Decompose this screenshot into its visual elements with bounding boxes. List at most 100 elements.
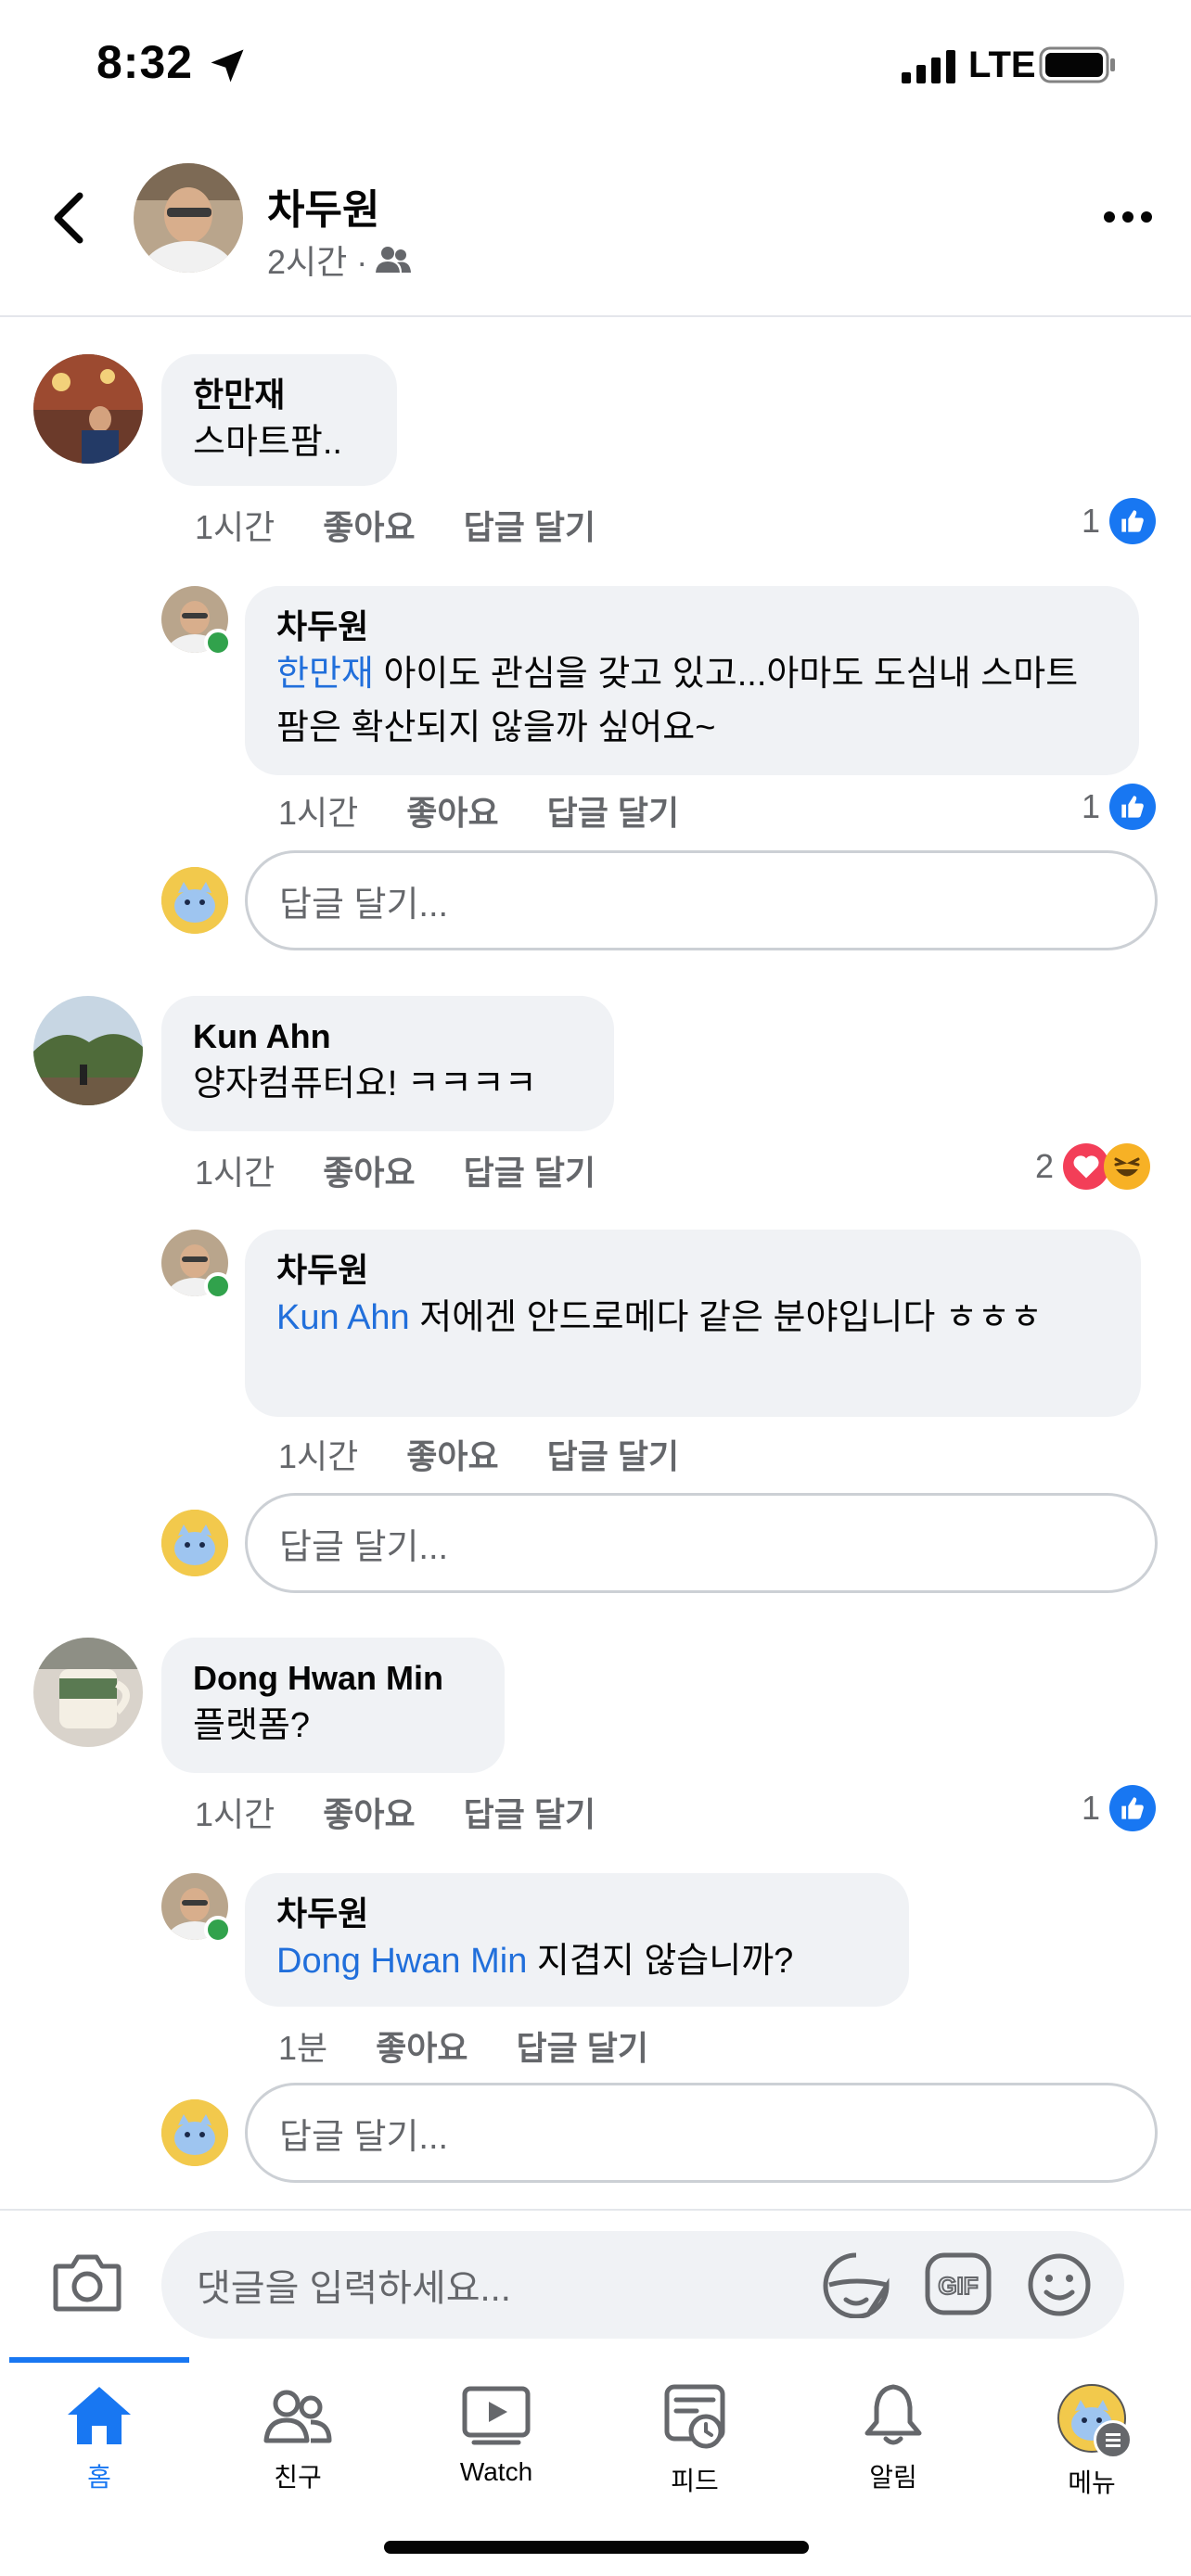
comment-bubble[interactable]: 한만재 스마트팜.. — [161, 354, 397, 486]
tab-label: Watch — [459, 2457, 533, 2486]
tab-feed[interactable]: 피드 — [596, 2383, 794, 2498]
reply-input[interactable]: 답글 달기... — [245, 2083, 1158, 2183]
camera-icon[interactable] — [52, 2251, 122, 2313]
online-status-dot — [204, 629, 232, 657]
reply-button[interactable]: 답글 달기 — [517, 2021, 648, 2070]
like-button[interactable]: 좋아요 — [406, 786, 498, 835]
mention-link[interactable]: Kun Ahn — [276, 1298, 410, 1337]
reply-actions: 1시간 좋아요 답글 달기 — [278, 786, 727, 835]
reply-button[interactable]: 답글 달기 — [464, 1146, 596, 1194]
like-button[interactable]: 좋아요 — [323, 501, 415, 549]
reaction-summary[interactable]: 1 — [1082, 498, 1157, 544]
comment-text: 플랫폼? — [193, 1706, 311, 1745]
reply-input[interactable]: 답글 달기... — [245, 850, 1158, 950]
gif-icon[interactable]: GIF — [924, 2251, 992, 2316]
reaction-count: 2 — [1035, 1147, 1055, 1185]
active-tab-indicator — [9, 2357, 189, 2363]
reply-bubble[interactable]: 차두원 한만재 아이도 관심을 갖고 있고...아마도 도심내 스마트팜은 확산… — [245, 586, 1139, 775]
love-reaction-icon — [1063, 1143, 1110, 1190]
my-avatar — [161, 867, 228, 934]
reaction-summary[interactable]: 2 — [1035, 1143, 1151, 1190]
sticker-icon[interactable] — [822, 2251, 890, 2318]
comment-avatar[interactable] — [33, 996, 143, 1105]
tab-label: 알림 — [869, 2463, 917, 2492]
comment-author[interactable]: Dong Hwan Min — [193, 1658, 473, 1699]
friends-icon — [376, 247, 412, 273]
svg-text:GIF: GIF — [938, 2272, 978, 2300]
avatar-photo — [33, 354, 143, 464]
mention-link[interactable]: 한만재 — [276, 655, 374, 694]
reply-time: 1분 — [278, 2029, 328, 2067]
cartoon-avatar-icon — [161, 1510, 228, 1576]
comment-avatar[interactable] — [33, 354, 143, 464]
author-avatar[interactable] — [134, 163, 243, 273]
home-icon — [68, 2387, 131, 2444]
tab-notifications[interactable]: 알림 — [794, 2383, 992, 2494]
reply-time: 1시간 — [278, 1437, 359, 1475]
like-button[interactable]: 좋아요 — [323, 1788, 415, 1836]
tab-label: 홈 — [87, 2463, 111, 2492]
home-indicator — [384, 2541, 809, 2554]
battery-icon — [1039, 46, 1115, 83]
comment-time: 1시간 — [195, 1154, 275, 1192]
reply-bubble[interactable]: 차두원 Kun Ahn 저에겐 안드로메다 같은 분야입니다 ㅎㅎㅎ — [245, 1230, 1141, 1417]
chevron-left-icon — [54, 192, 83, 244]
like-reaction-icon — [1109, 1785, 1157, 1831]
my-avatar — [161, 2099, 228, 2166]
comment-actions: 1시간 좋아요 답글 달기 — [195, 1146, 644, 1194]
bell-icon — [864, 2384, 922, 2445]
watch-icon — [462, 2386, 531, 2445]
reply-button[interactable]: 답글 달기 — [464, 1788, 596, 1836]
like-button[interactable]: 좋아요 — [323, 1146, 415, 1194]
comment-author[interactable]: Kun Ahn — [193, 1016, 583, 1057]
tab-label: 친구 — [274, 2463, 322, 2492]
cartoon-avatar-icon — [161, 2099, 228, 2166]
reply-button[interactable]: 답글 달기 — [464, 501, 596, 549]
reply-author[interactable]: 차두원 — [276, 1894, 877, 1934]
like-reaction-icon — [1109, 498, 1157, 544]
signal-icon — [902, 50, 955, 83]
reply-text: Dong Hwan Min 지겹지 않습니까? — [276, 1942, 794, 1981]
reply-actions: 1분 좋아요 답글 달기 — [278, 2021, 697, 2070]
reply-bubble[interactable]: 차두원 Dong Hwan Min 지겹지 않습니까? — [245, 1873, 909, 2007]
feed-icon — [664, 2384, 725, 2449]
comment-bubble[interactable]: Dong Hwan Min 플랫폼? — [161, 1638, 505, 1773]
tab-watch[interactable]: Watch — [397, 2383, 596, 2487]
comment-author[interactable]: 한만재 — [193, 375, 365, 415]
reaction-summary[interactable]: 1 — [1082, 1785, 1157, 1831]
avatar-photo — [33, 1638, 143, 1747]
status-time: 8:32 — [96, 36, 194, 88]
comment-actions: 1시간 좋아요 답글 달기 — [195, 1788, 644, 1836]
comment-avatar[interactable] — [33, 1638, 143, 1747]
tab-friends[interactable]: 친구 — [198, 2383, 397, 2494]
reply-author[interactable]: 차두원 — [276, 1250, 1109, 1291]
reply-button[interactable]: 답글 달기 — [547, 786, 679, 835]
tab-home[interactable]: 홈 — [0, 2383, 198, 2494]
comment-bubble[interactable]: Kun Ahn 양자컴퓨터요! ㅋㅋㅋㅋ — [161, 996, 614, 1131]
tab-label: 메뉴 — [1068, 2468, 1116, 2497]
like-reaction-icon — [1109, 784, 1157, 830]
reply-text: Kun Ahn 저에겐 안드로메다 같은 분야입니다 ㅎㅎㅎ — [276, 1298, 1043, 1337]
location-arrow-icon — [211, 49, 244, 83]
online-status-dot — [204, 1272, 232, 1300]
tab-menu[interactable]: 메뉴 — [992, 2383, 1191, 2500]
online-status-dot — [204, 1916, 232, 1944]
comment-time: 1시간 — [195, 508, 275, 546]
post-meta: 2시간 · — [267, 236, 412, 284]
author-name[interactable]: 차두원 — [267, 176, 379, 236]
more-options-button[interactable] — [1091, 198, 1165, 236]
cartoon-avatar-icon — [161, 867, 228, 934]
emoji-icon[interactable] — [1026, 2251, 1093, 2318]
reaction-count: 1 — [1082, 502, 1101, 540]
reaction-summary[interactable]: 1 — [1082, 784, 1157, 830]
like-button[interactable]: 좋아요 — [406, 1430, 498, 1478]
reply-author[interactable]: 차두원 — [276, 606, 1108, 647]
comment-time: 1시간 — [195, 1795, 275, 1833]
reply-button[interactable]: 답글 달기 — [547, 1430, 679, 1478]
comment-text: 양자컴퓨터요! ㅋㅋㅋㅋ — [193, 1065, 537, 1103]
back-button[interactable] — [41, 185, 96, 250]
like-button[interactable]: 좋아요 — [376, 2021, 467, 2070]
avatar-photo — [33, 996, 143, 1105]
reply-input[interactable]: 답글 달기... — [245, 1493, 1158, 1593]
mention-link[interactable]: Dong Hwan Min — [276, 1942, 527, 1981]
